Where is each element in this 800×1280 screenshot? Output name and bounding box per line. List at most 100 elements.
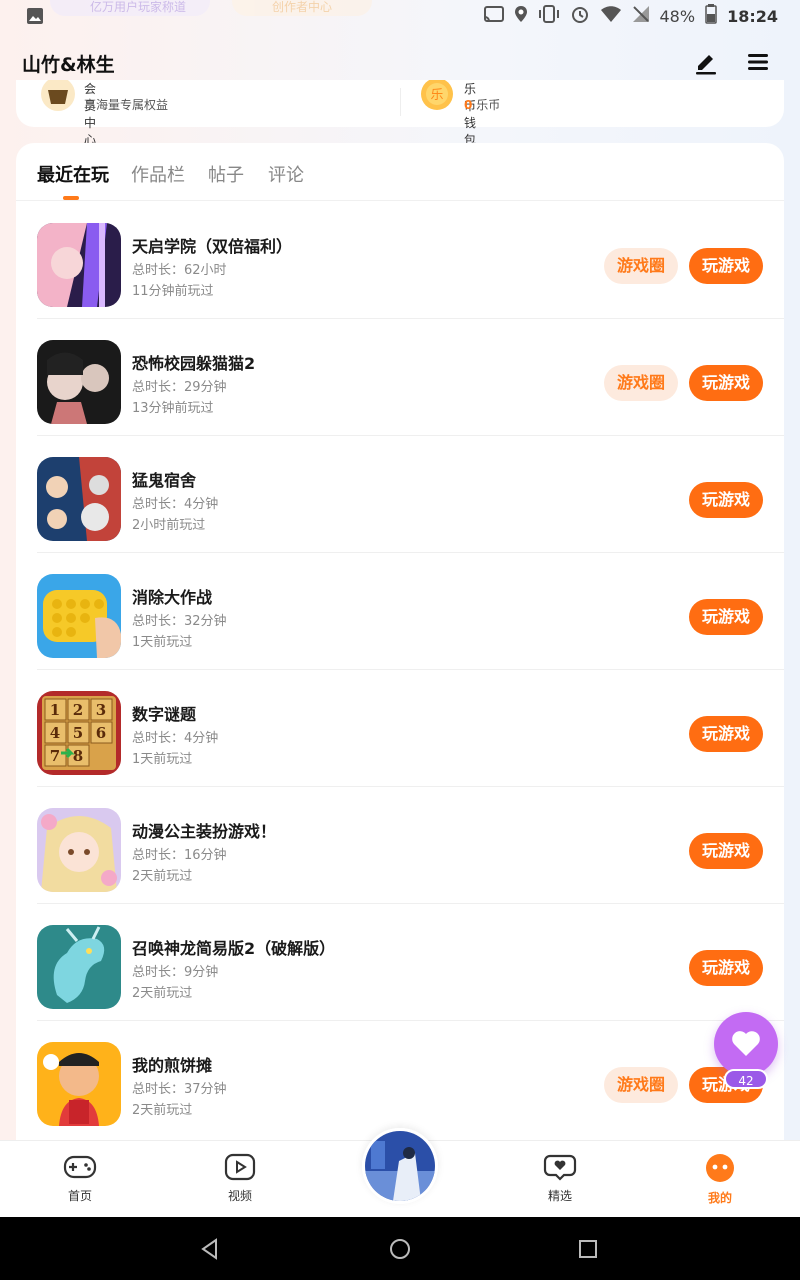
play-game-button[interactable]: 玩游戏	[689, 833, 763, 869]
game-icon	[37, 457, 121, 541]
home-icon[interactable]	[388, 1237, 412, 1261]
svg-text:5: 5	[73, 724, 83, 742]
play-icon	[224, 1153, 256, 1181]
crown-basket-icon	[40, 77, 75, 111]
game-name: 动漫公主装扮游戏！	[132, 822, 277, 841]
svg-text:2: 2	[73, 701, 83, 719]
nav-mine[interactable]: 我的	[680, 1153, 760, 1206]
game-row[interactable]: 动漫公主装扮游戏！ 总时长：16分钟 2天前玩过 玩游戏	[37, 787, 784, 904]
pencil-icon	[696, 55, 716, 75]
member-center-title: 会员中心	[84, 82, 97, 147]
back-icon[interactable]	[198, 1237, 222, 1261]
nav-featured[interactable]: 精选	[520, 1153, 600, 1204]
edit-button[interactable]	[692, 48, 720, 76]
page-title: 山竹&林生	[22, 54, 115, 76]
game-last-played: 13分钟前玩过	[132, 401, 214, 416]
wallet-card: 会员中心 享海量专属权益 乐 乐币钱包 0 乐币	[16, 77, 784, 147]
game-row[interactable]: 天启学院（双倍福利） 总时长：62小时 11分钟前玩过 游戏圈 玩游戏	[37, 202, 784, 319]
game-row[interactable]: 猛鬼宿舍 总时长：4分钟 2小时前玩过 玩游戏	[37, 436, 784, 553]
vibrate-icon	[538, 5, 560, 27]
battery-percent: 48%	[659, 6, 696, 26]
status-bar: 亿万用户玩家称道 创作者中心 48% 18:24	[0, 0, 800, 34]
nav-video-label: 视频	[227, 1189, 252, 1203]
recents-icon[interactable]	[576, 1237, 600, 1261]
gallery-notification-icon	[26, 7, 44, 29]
svg-text:1: 1	[50, 701, 60, 719]
center-game-avatar[interactable]	[362, 1128, 438, 1204]
game-last-played: 1天前玩过	[132, 635, 193, 650]
member-center-subtitle: 享海量专属权益	[84, 98, 169, 112]
system-nav-bar	[0, 1217, 800, 1280]
face-icon	[706, 1154, 734, 1182]
game-name: 天启学院（双倍福利）	[132, 237, 293, 256]
gamepad-icon	[63, 1155, 97, 1179]
game-row[interactable]: 召唤神龙简易版2（破解版） 总时长：9分钟 2天前玩过 玩游戏	[37, 904, 784, 1021]
heart-chat-icon	[543, 1154, 577, 1181]
game-name: 数字谜题	[132, 705, 197, 724]
clock: 18:24	[727, 6, 778, 26]
game-last-played: 2小时前玩过	[132, 518, 206, 533]
game-row[interactable]: 恐怖校园躲猫猫2 总时长：29分钟 13分钟前玩过 游戏圈 玩游戏	[37, 319, 784, 436]
game-duration: 总时长：9分钟	[132, 965, 219, 980]
play-game-button[interactable]: 玩游戏	[689, 365, 763, 401]
play-game-button[interactable]: 玩游戏	[689, 950, 763, 986]
tab-recent[interactable]: 最近在玩	[37, 161, 109, 187]
favorite-count-badge: 42	[724, 1069, 768, 1089]
nav-home[interactable]: 首页	[40, 1153, 120, 1204]
nav-mine-label: 我的	[707, 1191, 732, 1205]
game-icon	[37, 574, 121, 658]
game-circle-button[interactable]: 游戏圈	[604, 1067, 678, 1103]
coin-icon: 乐	[420, 78, 454, 110]
hamburger-icon	[748, 54, 768, 70]
svg-text:6: 6	[96, 724, 106, 742]
game-circle-button[interactable]: 游戏圈	[604, 248, 678, 284]
play-game-button[interactable]: 玩游戏	[689, 716, 763, 752]
play-game-button[interactable]: 玩游戏	[689, 482, 763, 518]
nav-featured-label: 精选	[547, 1189, 572, 1203]
game-icon	[37, 223, 121, 307]
peek-banner-right: 创作者中心	[232, 0, 372, 16]
game-last-played: 2天前玩过	[132, 986, 193, 1001]
heart-icon	[732, 1031, 760, 1056]
tab-comments[interactable]: 评论	[268, 161, 304, 187]
nav-video[interactable]: 视频	[200, 1153, 280, 1204]
favorite-fab[interactable]	[714, 1012, 778, 1076]
svg-text:7: 7	[50, 747, 60, 765]
game-name: 消除大作战	[132, 588, 213, 607]
peek-banner-left: 亿万用户玩家称道	[50, 0, 210, 16]
game-name: 召唤神龙简易版2（破解版）	[132, 939, 336, 958]
tab-works[interactable]: 作品栏	[131, 161, 185, 187]
divider	[400, 88, 401, 116]
tab-bar: 最近在玩 作品栏 帖子 评论	[16, 143, 784, 201]
game-duration: 总时长：4分钟	[132, 497, 219, 512]
recent-games-card: 最近在玩 作品栏 帖子 评论 天启学院（双倍福利） 总时长：62小时 11分钟前…	[16, 143, 784, 1143]
game-icon	[37, 340, 121, 424]
game-name: 恐怖校园躲猫猫2	[132, 354, 256, 373]
svg-text:乐: 乐	[430, 88, 443, 103]
battery-icon	[705, 4, 717, 28]
game-duration: 总时长：62小时	[132, 263, 227, 278]
alarm-icon	[570, 4, 590, 28]
game-icon	[37, 1042, 121, 1126]
menu-button[interactable]	[744, 48, 772, 76]
game-last-played: 1天前玩过	[132, 752, 193, 767]
game-circle-button[interactable]: 游戏圈	[604, 365, 678, 401]
tab-posts[interactable]: 帖子	[208, 161, 244, 187]
game-duration: 总时长：16分钟	[132, 848, 227, 863]
game-duration: 总时长：29分钟	[132, 380, 227, 395]
game-icon	[37, 808, 121, 892]
svg-text:3: 3	[96, 701, 106, 719]
game-last-played: 2天前玩过	[132, 869, 193, 884]
game-row[interactable]: 消除大作战 总时长：32分钟 1天前玩过 玩游戏	[37, 553, 784, 670]
game-icon: 123 456 78	[37, 691, 121, 775]
play-game-button[interactable]: 玩游戏	[689, 248, 763, 284]
game-name: 猛鬼宿舍	[132, 471, 197, 490]
game-duration: 总时长：4分钟	[132, 731, 219, 746]
svg-text:4: 4	[50, 724, 60, 742]
location-icon	[514, 5, 528, 27]
cast-icon	[483, 6, 504, 26]
game-row[interactable]: 123 456 78 数字谜题 总时长：4分钟 1天前玩过 玩游戏	[37, 670, 784, 787]
nav-home-label: 首页	[67, 1189, 92, 1203]
play-game-button[interactable]: 玩游戏	[689, 599, 763, 635]
game-duration: 总时长：32分钟	[132, 614, 227, 629]
